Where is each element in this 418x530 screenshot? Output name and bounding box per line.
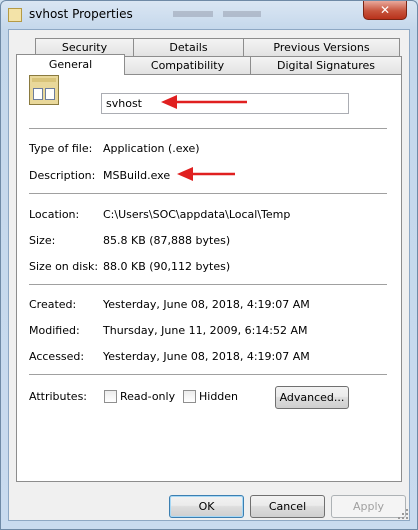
location-value: C:\Users\SOC\appdata\Local\Temp (103, 208, 291, 221)
annotation-arrow-icon (177, 167, 235, 181)
window-title: svhost Properties (29, 7, 133, 21)
close-button[interactable]: ✕ (363, 1, 407, 20)
accessed-value: Yesterday, June 08, 2018, 4:19:07 AM (103, 350, 310, 363)
hidden-checkbox[interactable] (183, 390, 196, 403)
application-icon (29, 75, 59, 105)
resize-grip-icon[interactable] (398, 509, 408, 519)
advanced-button[interactable]: Advanced... (275, 386, 349, 409)
created-value: Yesterday, June 08, 2018, 4:19:07 AM (103, 298, 310, 311)
read-only-checkbox[interactable] (104, 390, 117, 403)
separator (29, 128, 387, 129)
size-on-disk-label: Size on disk: (29, 260, 99, 273)
icon-window-right (45, 88, 55, 100)
separator (29, 374, 387, 375)
modified-label: Modified: (29, 324, 80, 337)
attributes-label: Attributes: (29, 390, 88, 403)
ok-button[interactable]: OK (169, 495, 244, 518)
size-value: 85.8 KB (87,888 bytes) (103, 234, 231, 247)
apply-button: Apply (331, 495, 406, 518)
size-on-disk-value: 88.0 KB (90,112 bytes) (103, 260, 231, 273)
icon-window-left (33, 88, 43, 100)
title-bar[interactable]: svhost Properties ✕ (1, 1, 417, 29)
icon-titlebar (32, 78, 56, 82)
type-of-file-value: Application (.exe) (103, 142, 200, 155)
file-icon (8, 8, 22, 22)
separator (29, 193, 387, 194)
separator (29, 284, 387, 285)
accessed-label: Accessed: (29, 350, 85, 363)
description-label: Description: (29, 169, 96, 182)
type-of-file-label: Type of file: (29, 142, 93, 155)
blurred-title-text (173, 11, 261, 17)
annotation-arrow-icon (161, 95, 247, 109)
properties-window: svhost Properties ✕ Security Details Pre… (0, 0, 418, 530)
read-only-label[interactable]: Read-only (120, 390, 175, 403)
cancel-button[interactable]: Cancel (250, 495, 325, 518)
size-label: Size: (29, 234, 56, 247)
description-value: MSBuild.exe (103, 169, 171, 182)
hidden-label[interactable]: Hidden (199, 390, 238, 403)
created-label: Created: (29, 298, 77, 311)
location-label: Location: (29, 208, 80, 221)
modified-value: Thursday, June 11, 2009, 6:14:52 AM (103, 324, 308, 337)
